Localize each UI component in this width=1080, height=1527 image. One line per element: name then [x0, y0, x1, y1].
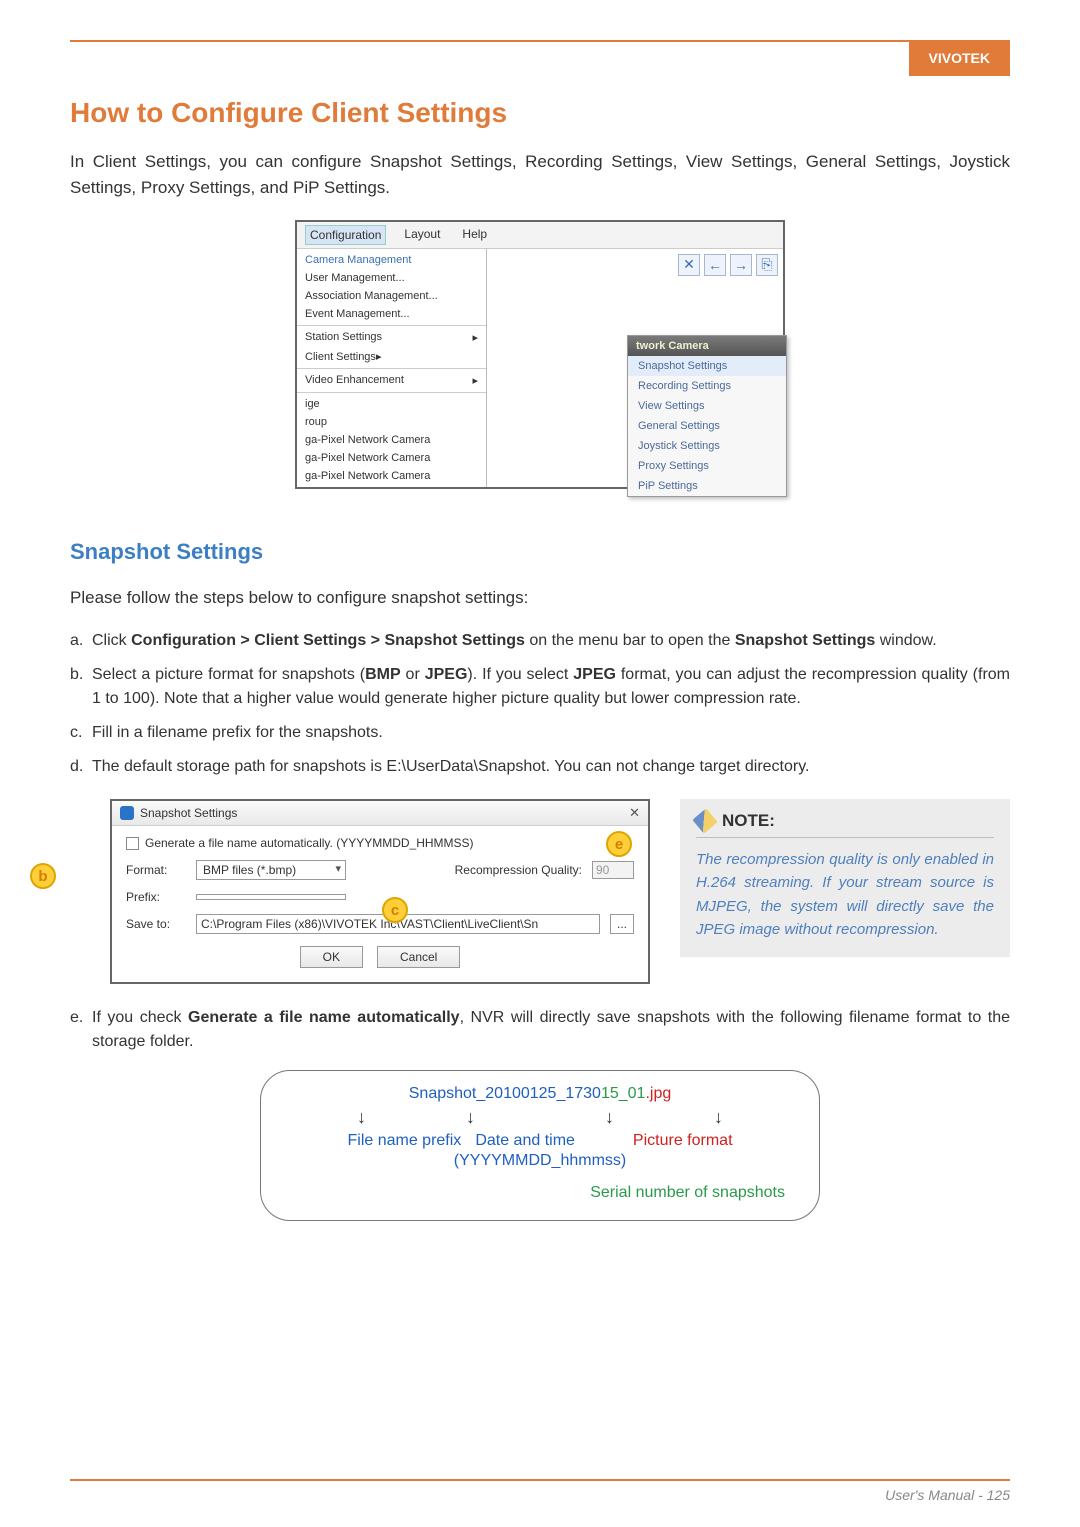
filename-example: Snapshot_20100125_173015_01.jpg	[285, 1085, 795, 1103]
intro-paragraph: In Client Settings, you can configure Sn…	[70, 149, 1010, 202]
footer-rule	[70, 1479, 1010, 1481]
callout-badge-b: b	[30, 863, 56, 889]
chevron-right-icon: ▸	[472, 374, 478, 387]
legend-format: Picture format	[633, 1132, 733, 1150]
menu-item-camera-mgmt[interactable]: Camera Management	[297, 251, 486, 269]
submenu-view[interactable]: View Settings	[628, 396, 786, 416]
window-title: Snapshot Settings	[140, 806, 237, 820]
callout-badge-e: e	[606, 831, 632, 857]
step-a: a.Click Configuration > Client Settings …	[70, 629, 1010, 653]
note-box: NOTE: The recompression quality is only …	[680, 799, 1010, 957]
prefix-label: Prefix:	[126, 890, 186, 904]
submenu-joystick[interactable]: Joystick Settings	[628, 436, 786, 456]
tree-item[interactable]: ga-Pixel Network Camera	[297, 431, 486, 449]
menu-help[interactable]: Help	[458, 225, 491, 245]
footer-text: User's Manual - 125	[885, 1487, 1010, 1503]
steps-list-cont: e.If you check Generate a file name auto…	[70, 1006, 1010, 1054]
auto-filename-label: Generate a file name automatically. (YYY…	[145, 836, 474, 850]
close-icon[interactable]: ✕	[629, 805, 640, 821]
callout-badge-c: c	[382, 897, 408, 923]
app-logo-icon	[120, 806, 134, 820]
menu-item-client[interactable]: Client Settings▸	[297, 347, 486, 366]
format-label: Format:	[126, 863, 186, 877]
legend-prefix: File name prefix	[347, 1132, 461, 1150]
menu-layout[interactable]: Layout	[400, 225, 444, 245]
arrow-row: ↓↓↓↓	[285, 1107, 795, 1128]
menu-item-video-enh[interactable]: Video Enhancement▸	[297, 371, 486, 390]
submenu-recording[interactable]: Recording Settings	[628, 376, 786, 396]
submenu-general[interactable]: General Settings	[628, 416, 786, 436]
submenu-pip[interactable]: PiP Settings	[628, 476, 786, 496]
cancel-button[interactable]: Cancel	[377, 946, 460, 968]
submenu-snapshot[interactable]: Snapshot Settings	[628, 356, 786, 376]
section-intro: Please follow the steps below to configu…	[70, 585, 1010, 611]
menu-screenshot: Configuration Layout Help ✕ ← → ⎘ Camera…	[295, 220, 785, 489]
legend-serial: Serial number of snapshots	[285, 1184, 795, 1202]
tree-item[interactable]: ga-Pixel Network Camera	[297, 467, 486, 485]
snapshot-settings-window: e c Snapshot Settings ✕ Generate a file …	[110, 799, 650, 984]
legend-datetime: Date and time	[475, 1132, 575, 1150]
tree-fragment: ige	[297, 395, 486, 413]
browse-button[interactable]: ...	[610, 914, 634, 934]
menu-item-station[interactable]: Station Settings▸	[297, 328, 486, 347]
menubar: Configuration Layout Help ✕ ← → ⎘	[297, 222, 783, 249]
step-d: d.The default storage path for snapshots…	[70, 755, 1010, 779]
prefix-input[interactable]	[196, 894, 346, 900]
step-e: e.If you check Generate a file name auto…	[70, 1006, 1010, 1054]
chevron-right-icon: ▸	[472, 331, 478, 344]
step-b: b.Select a picture format for snapshots …	[70, 663, 1010, 711]
tree-item[interactable]: ga-Pixel Network Camera	[297, 449, 486, 467]
format-select[interactable]: BMP files (*.bmp)	[196, 860, 346, 880]
steps-list: a.Click Configuration > Client Settings …	[70, 629, 1010, 779]
ok-button[interactable]: OK	[300, 946, 363, 968]
menu-item-assoc-mgmt[interactable]: Association Management...	[297, 287, 486, 305]
window-titlebar: Snapshot Settings ✕	[112, 801, 648, 826]
filename-diagram: Snapshot_20100125_173015_01.jpg ↓↓↓↓ Fil…	[260, 1070, 820, 1221]
saveto-label: Save to:	[126, 917, 186, 931]
legend-datetime-sub: (YYYYMMDD_hhmmss)	[285, 1152, 795, 1170]
quality-spinner[interactable]: 90	[592, 861, 634, 879]
submenu-title: twork Camera	[628, 336, 786, 356]
note-heading: NOTE:	[722, 811, 775, 831]
submenu-proxy[interactable]: Proxy Settings	[628, 456, 786, 476]
menu-item-user-mgmt[interactable]: User Management...	[297, 269, 486, 287]
config-dropdown: Camera Management User Management... Ass…	[297, 249, 487, 487]
section-heading: Snapshot Settings	[70, 539, 1010, 565]
chevron-right-icon: ▸	[376, 351, 382, 363]
note-divider	[696, 837, 994, 838]
page-title: How to Configure Client Settings	[70, 97, 1010, 129]
step-c: c.Fill in a filename prefix for the snap…	[70, 721, 1010, 745]
pencil-icon	[696, 812, 714, 830]
menu-item-event-mgmt[interactable]: Event Management...	[297, 305, 486, 323]
legend-row: File name prefix Date and time Picture f…	[285, 1132, 795, 1150]
tree-fragment: roup	[297, 413, 486, 431]
note-text: The recompression quality is only enable…	[696, 848, 994, 941]
menu-configuration[interactable]: Configuration	[305, 225, 386, 245]
auto-filename-checkbox[interactable]	[126, 837, 139, 850]
quality-label: Recompression Quality:	[455, 863, 582, 877]
client-settings-submenu: twork Camera Snapshot Settings Recording…	[627, 335, 787, 497]
brand-label: VIVOTEK	[909, 40, 1010, 76]
